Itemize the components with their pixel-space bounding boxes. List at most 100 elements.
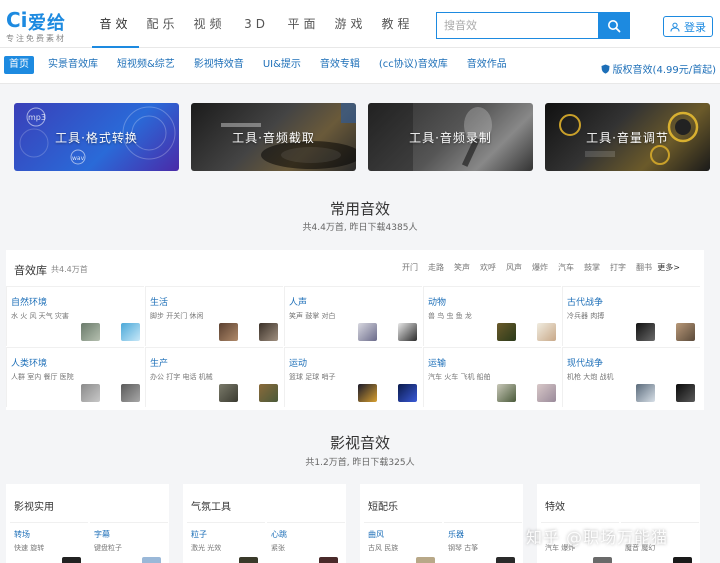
category-thumbnail [81,323,100,341]
category-thumbnail [496,557,515,563]
search-input[interactable] [437,13,599,38]
category-thumbnail [673,557,692,563]
library-tags: 开门 走路 笑声 欢呼 风声 爆炸 汽车 鼓掌 打字 翻书 [392,262,652,273]
category-name: 自然环境 [11,298,48,308]
card-title[interactable]: 特效 [545,498,565,513]
category-thumbnail [219,323,238,341]
category-name: 运动 [289,359,308,369]
category-thumbnail [416,557,435,563]
category-thumbnail [636,384,655,402]
banner-label: 工具·音频录制 [409,130,492,145]
library-tag[interactable]: 欢呼 [480,262,496,273]
library-tag[interactable]: 翻书 [636,262,652,273]
nav-item-tutorial[interactable]: 教程 [374,0,421,48]
search-button[interactable] [598,13,629,38]
category-thumbnail [676,323,695,341]
category-name: 人类环境 [11,359,48,369]
section-title-common: 常用音效 [329,200,390,218]
library-title[interactable]: 音效库 [14,262,47,278]
card-category-particle[interactable]: 粒子 激光 光效 [187,522,265,563]
category-thumbnail [537,323,556,341]
sub-nav: 首页 实景音效库 短视频&综艺 影视特效音 UI&提示 音效专辑 (cc协议)音… [0,48,720,84]
card-title[interactable]: 气氛工具 [191,498,231,513]
category-cell-transport[interactable]: 运输 汽车 火车 飞机 船舶 [423,347,561,407]
nav-item-3d[interactable]: 3D [233,0,280,48]
category-desc: 冷兵器 肉搏 [567,312,605,320]
card-category-subtitle[interactable]: 字幕 键盘粒子 [90,522,168,563]
watermark: 知乎 @职场万能猫 [526,528,669,547]
category-cell-life[interactable]: 生活 脚步 开关门 休闲 [145,286,283,346]
subnav-item-ui-prompt[interactable]: UI&提示 [258,56,306,74]
library-more-link[interactable]: 更多> [657,262,680,273]
category-thumbnail [219,384,238,402]
library-count: 共4.4万首 [51,265,88,274]
nav-item-video[interactable]: 视频 [186,0,233,48]
library-tag[interactable]: 爆炸 [532,262,548,273]
subnav-item-works[interactable]: 音效作品 [462,56,512,74]
login-button[interactable]: 登录 [663,16,713,37]
category-name: 现代战争 [567,359,604,369]
category-cell-animal[interactable]: 动物 兽 鸟 虫 鱼 龙 [423,286,561,346]
category-thumbnail [142,557,161,563]
library-tag[interactable]: 开门 [402,262,418,273]
category-cell-human-voice[interactable]: 人声 笑声 鼓掌 对白 [284,286,422,346]
category-cell-sports[interactable]: 运动 篮球 足球 哨子 [284,347,422,407]
library-tag[interactable]: 风声 [506,262,522,273]
category-thumbnail [121,384,140,402]
subnav-item-short-video[interactable]: 短视频&综艺 [112,56,180,74]
category-thumbnail [497,323,516,341]
category-desc: 激光 光效 [191,544,222,552]
card-title[interactable]: 短配乐 [368,498,398,513]
category-cell-production[interactable]: 生产 办公 打字 电话 机械 [145,347,283,407]
logo-name: 爱给 [28,13,66,34]
svg-text:mp3: mp3 [28,113,46,122]
library-tag[interactable]: 走路 [428,262,444,273]
subnav-item-cc-library[interactable]: (cc协议)音效库 [374,56,453,74]
nav-item-graphic[interactable]: 平面 [280,0,327,48]
banner-label: 工具·音量调节 [586,130,669,145]
library-tag[interactable]: 汽车 [558,262,574,273]
copyright-link[interactable]: 版权音效(4.99元/首起) [601,61,716,76]
subnav-item-film-fx[interactable]: 影视特效音 [189,56,249,74]
category-cell-nature[interactable]: 自然环境 水 火 风 天气 灾害 [6,286,144,346]
main-nav: 音效 配乐 视频 3D 平面 游戏 教程 [92,0,421,48]
category-desc: 水 火 风 天气 灾害 [11,312,69,320]
category-name: 心跳 [271,530,287,539]
logo[interactable]: Ci 爱给 专注免费素材 [6,6,86,44]
logo-slogan: 专注免费素材 [6,34,66,43]
nav-item-sound-effects[interactable]: 音效 [92,0,139,48]
category-thumbnail [593,557,612,563]
library-tag[interactable]: 笑声 [454,262,470,273]
card-category-heartbeat[interactable]: 心跳 紧张 [267,522,345,563]
nav-item-music[interactable]: 配乐 [139,0,186,48]
banner-audio-trim[interactable]: 工具·音频截取 [191,103,356,171]
card-category-genre[interactable]: 曲风 古风 民族 [364,522,442,563]
film-card-atmosphere: 气氛工具 粒子 激光 光效 心跳 紧张 [183,484,346,563]
library-tag[interactable]: 打字 [610,262,626,273]
category-desc: 快速 旋转 [14,544,45,552]
category-name: 生产 [150,359,169,369]
subnav-item-home[interactable]: 首页 [4,56,34,74]
subnav-item-albums[interactable]: 音效专辑 [315,56,365,74]
nav-item-game[interactable]: 游戏 [327,0,374,48]
category-desc: 人群 室内 餐厅 医院 [11,373,74,381]
copyright-label: 版权音效(4.99元/首起) [612,65,716,76]
card-category-transition[interactable]: 转场 快速 旋转 [10,522,88,563]
library-header: 音效库 共4.4万首 开门 走路 笑声 欢呼 风声 爆炸 汽车 鼓掌 打字 翻书… [6,250,704,284]
category-cell-modern-war[interactable]: 现代战争 机枪 大炮 战机 [562,347,700,407]
category-cell-human-env[interactable]: 人类环境 人群 室内 餐厅 医院 [6,347,144,407]
banner-volume-adjust[interactable]: 工具·音量调节 [545,103,710,171]
banner-label: 工具·音频截取 [232,130,315,145]
category-desc: 钢琴 古筝 [448,544,479,552]
category-cell-ancient-war[interactable]: 古代战争 冷兵器 肉搏 [562,286,700,346]
category-thumbnail [636,323,655,341]
category-name: 转场 [14,530,30,539]
card-title[interactable]: 影视实用 [14,498,54,513]
subnav-item-real-library[interactable]: 实景音效库 [43,56,103,74]
card-category-instrument[interactable]: 乐器 钢琴 古筝 [444,522,522,563]
banner-format-convert[interactable]: mp3 wav 工具·格式转换 [14,103,179,171]
library-tag[interactable]: 鼓掌 [584,262,600,273]
svg-text:wav: wav [72,155,85,162]
shield-icon [601,64,610,74]
banner-audio-record[interactable]: 工具·音频录制 [368,103,533,171]
